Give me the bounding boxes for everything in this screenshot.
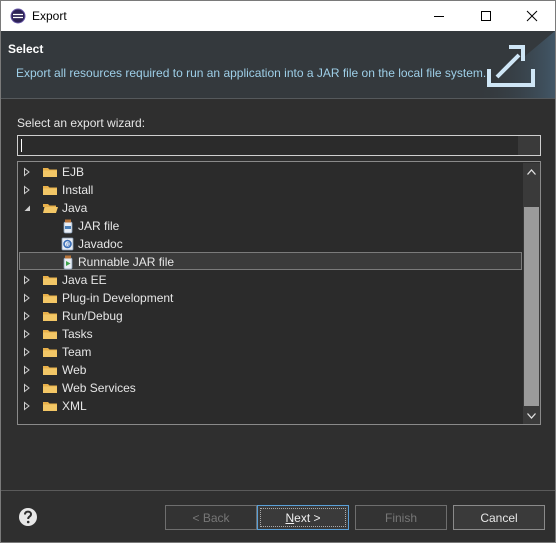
- tree-item-label: Install: [62, 183, 94, 197]
- next-label-rest: ext >: [294, 510, 321, 525]
- export-dialog: Export Select Export all resources requi…: [0, 0, 556, 543]
- svg-text:@: @: [66, 242, 72, 249]
- chevron-up-icon: [527, 168, 536, 175]
- expand-arrow-icon[interactable]: [22, 275, 32, 285]
- next-button-label: Next >: [285, 511, 320, 525]
- tree-item-web[interactable]: Web: [19, 361, 522, 379]
- window-title: Export: [32, 9, 67, 23]
- tree-item-jar-file[interactable]: JAR file: [19, 217, 522, 235]
- tree-item-label: Runnable JAR file: [78, 255, 175, 269]
- scroll-thumb[interactable]: [524, 207, 539, 406]
- tree-item-label: XML: [62, 399, 87, 413]
- banner-title: Select: [8, 42, 44, 56]
- jar-file-icon: [63, 219, 73, 234]
- tree-item-java[interactable]: Java: [19, 199, 522, 217]
- tree-item-tasks[interactable]: Tasks: [19, 325, 522, 343]
- tree-item-label: Plug-in Development: [62, 291, 174, 305]
- tree-item-ejb[interactable]: EJB: [19, 163, 522, 181]
- expand-arrow-icon[interactable]: [22, 365, 32, 375]
- back-button[interactable]: < Back: [165, 505, 257, 530]
- wizard-prompt-label: Select an export wizard:: [17, 116, 146, 130]
- banner-description: Export all resources required to run an …: [16, 66, 487, 80]
- tree-item-web-services[interactable]: Web Services: [19, 379, 522, 397]
- export-wizard-graphic-icon: [475, 31, 555, 98]
- text-caret: [21, 139, 22, 152]
- tree-item-install[interactable]: Install: [19, 181, 522, 199]
- expand-arrow-icon[interactable]: [22, 311, 32, 321]
- tree-item-label: Java: [62, 201, 88, 215]
- wizard-filter-input[interactable]: [17, 135, 541, 156]
- back-button-label: < Back: [192, 510, 230, 525]
- title-bar[interactable]: Export: [1, 1, 555, 31]
- cancel-button[interactable]: Cancel: [453, 505, 545, 530]
- close-icon: [526, 10, 538, 22]
- folder-icon: [43, 294, 57, 303]
- tree-item-runnable-jar-file[interactable]: Runnable JAR file: [19, 252, 522, 270]
- tree-item-label: Javadoc: [78, 237, 123, 251]
- expand-arrow-icon[interactable]: [22, 347, 32, 357]
- expand-arrow-icon[interactable]: [22, 401, 32, 411]
- folder-icon: [43, 330, 57, 339]
- folder-icon: [43, 276, 57, 285]
- maximize-button[interactable]: [463, 1, 509, 31]
- folder-icon: [43, 366, 57, 375]
- help-icon[interactable]: [18, 507, 38, 527]
- tree-item-plug-in-development[interactable]: Plug-in Development: [19, 289, 522, 307]
- tree-item-label: Team: [62, 345, 92, 359]
- tree-item-team[interactable]: Team: [19, 343, 522, 361]
- folder-icon: [43, 402, 57, 411]
- expand-arrow-icon[interactable]: [22, 167, 32, 177]
- folder-icon: [43, 384, 57, 393]
- tree-scrollbar[interactable]: [523, 163, 540, 424]
- tree-item-xml[interactable]: XML: [19, 397, 522, 415]
- folder-icon: [43, 312, 57, 321]
- folder-icon: [43, 168, 57, 177]
- scroll-up-button[interactable]: [523, 163, 540, 180]
- expand-arrow-icon[interactable]: [22, 383, 32, 393]
- finish-button-label: Finish: [384, 510, 417, 525]
- tree-item-label: EJB: [62, 165, 85, 179]
- expand-arrow-icon[interactable]: [22, 293, 32, 303]
- folder-open-icon: [43, 204, 58, 213]
- eclipse-app-icon: [10, 8, 26, 24]
- tree-item-java-ee[interactable]: Java EE: [19, 271, 522, 289]
- javadoc-icon: @: [61, 237, 74, 251]
- scroll-down-button[interactable]: [523, 407, 540, 424]
- collapse-arrow-icon[interactable]: [22, 203, 32, 213]
- finish-button[interactable]: Finish: [355, 505, 447, 530]
- wizard-tree[interactable]: EJB Install Java JAR file @ Javadoc Runn…: [17, 161, 541, 425]
- folder-icon: [43, 186, 57, 195]
- next-mnemonic: N: [285, 510, 295, 525]
- expand-arrow-icon[interactable]: [22, 185, 32, 195]
- runnable-jar-icon: [63, 255, 73, 270]
- next-button[interactable]: Next >: [257, 505, 349, 530]
- minimize-icon: [434, 16, 444, 17]
- tree-item-label: Web Services: [62, 381, 136, 395]
- tree-item-label: Run/Debug: [62, 309, 123, 323]
- tree-item-javadoc[interactable]: @ Javadoc: [19, 235, 522, 253]
- tree-item-label: Tasks: [62, 327, 93, 341]
- folder-icon: [43, 348, 57, 357]
- filter-clear-area: [518, 136, 540, 155]
- wizard-banner: Select Export all resources required to …: [1, 31, 555, 99]
- expand-arrow-icon[interactable]: [22, 329, 32, 339]
- cancel-button-label: Cancel: [480, 510, 518, 525]
- minimize-button[interactable]: [416, 1, 462, 31]
- tree-item-run-debug[interactable]: Run/Debug: [19, 307, 522, 325]
- tree-item-label: Web: [62, 363, 87, 377]
- tree-item-label: Java EE: [62, 273, 107, 287]
- tree-item-label: JAR file: [78, 219, 120, 233]
- button-bar-separator: [1, 490, 555, 491]
- maximize-icon: [481, 11, 491, 21]
- close-button[interactable]: [509, 1, 555, 31]
- chevron-down-icon: [527, 412, 536, 419]
